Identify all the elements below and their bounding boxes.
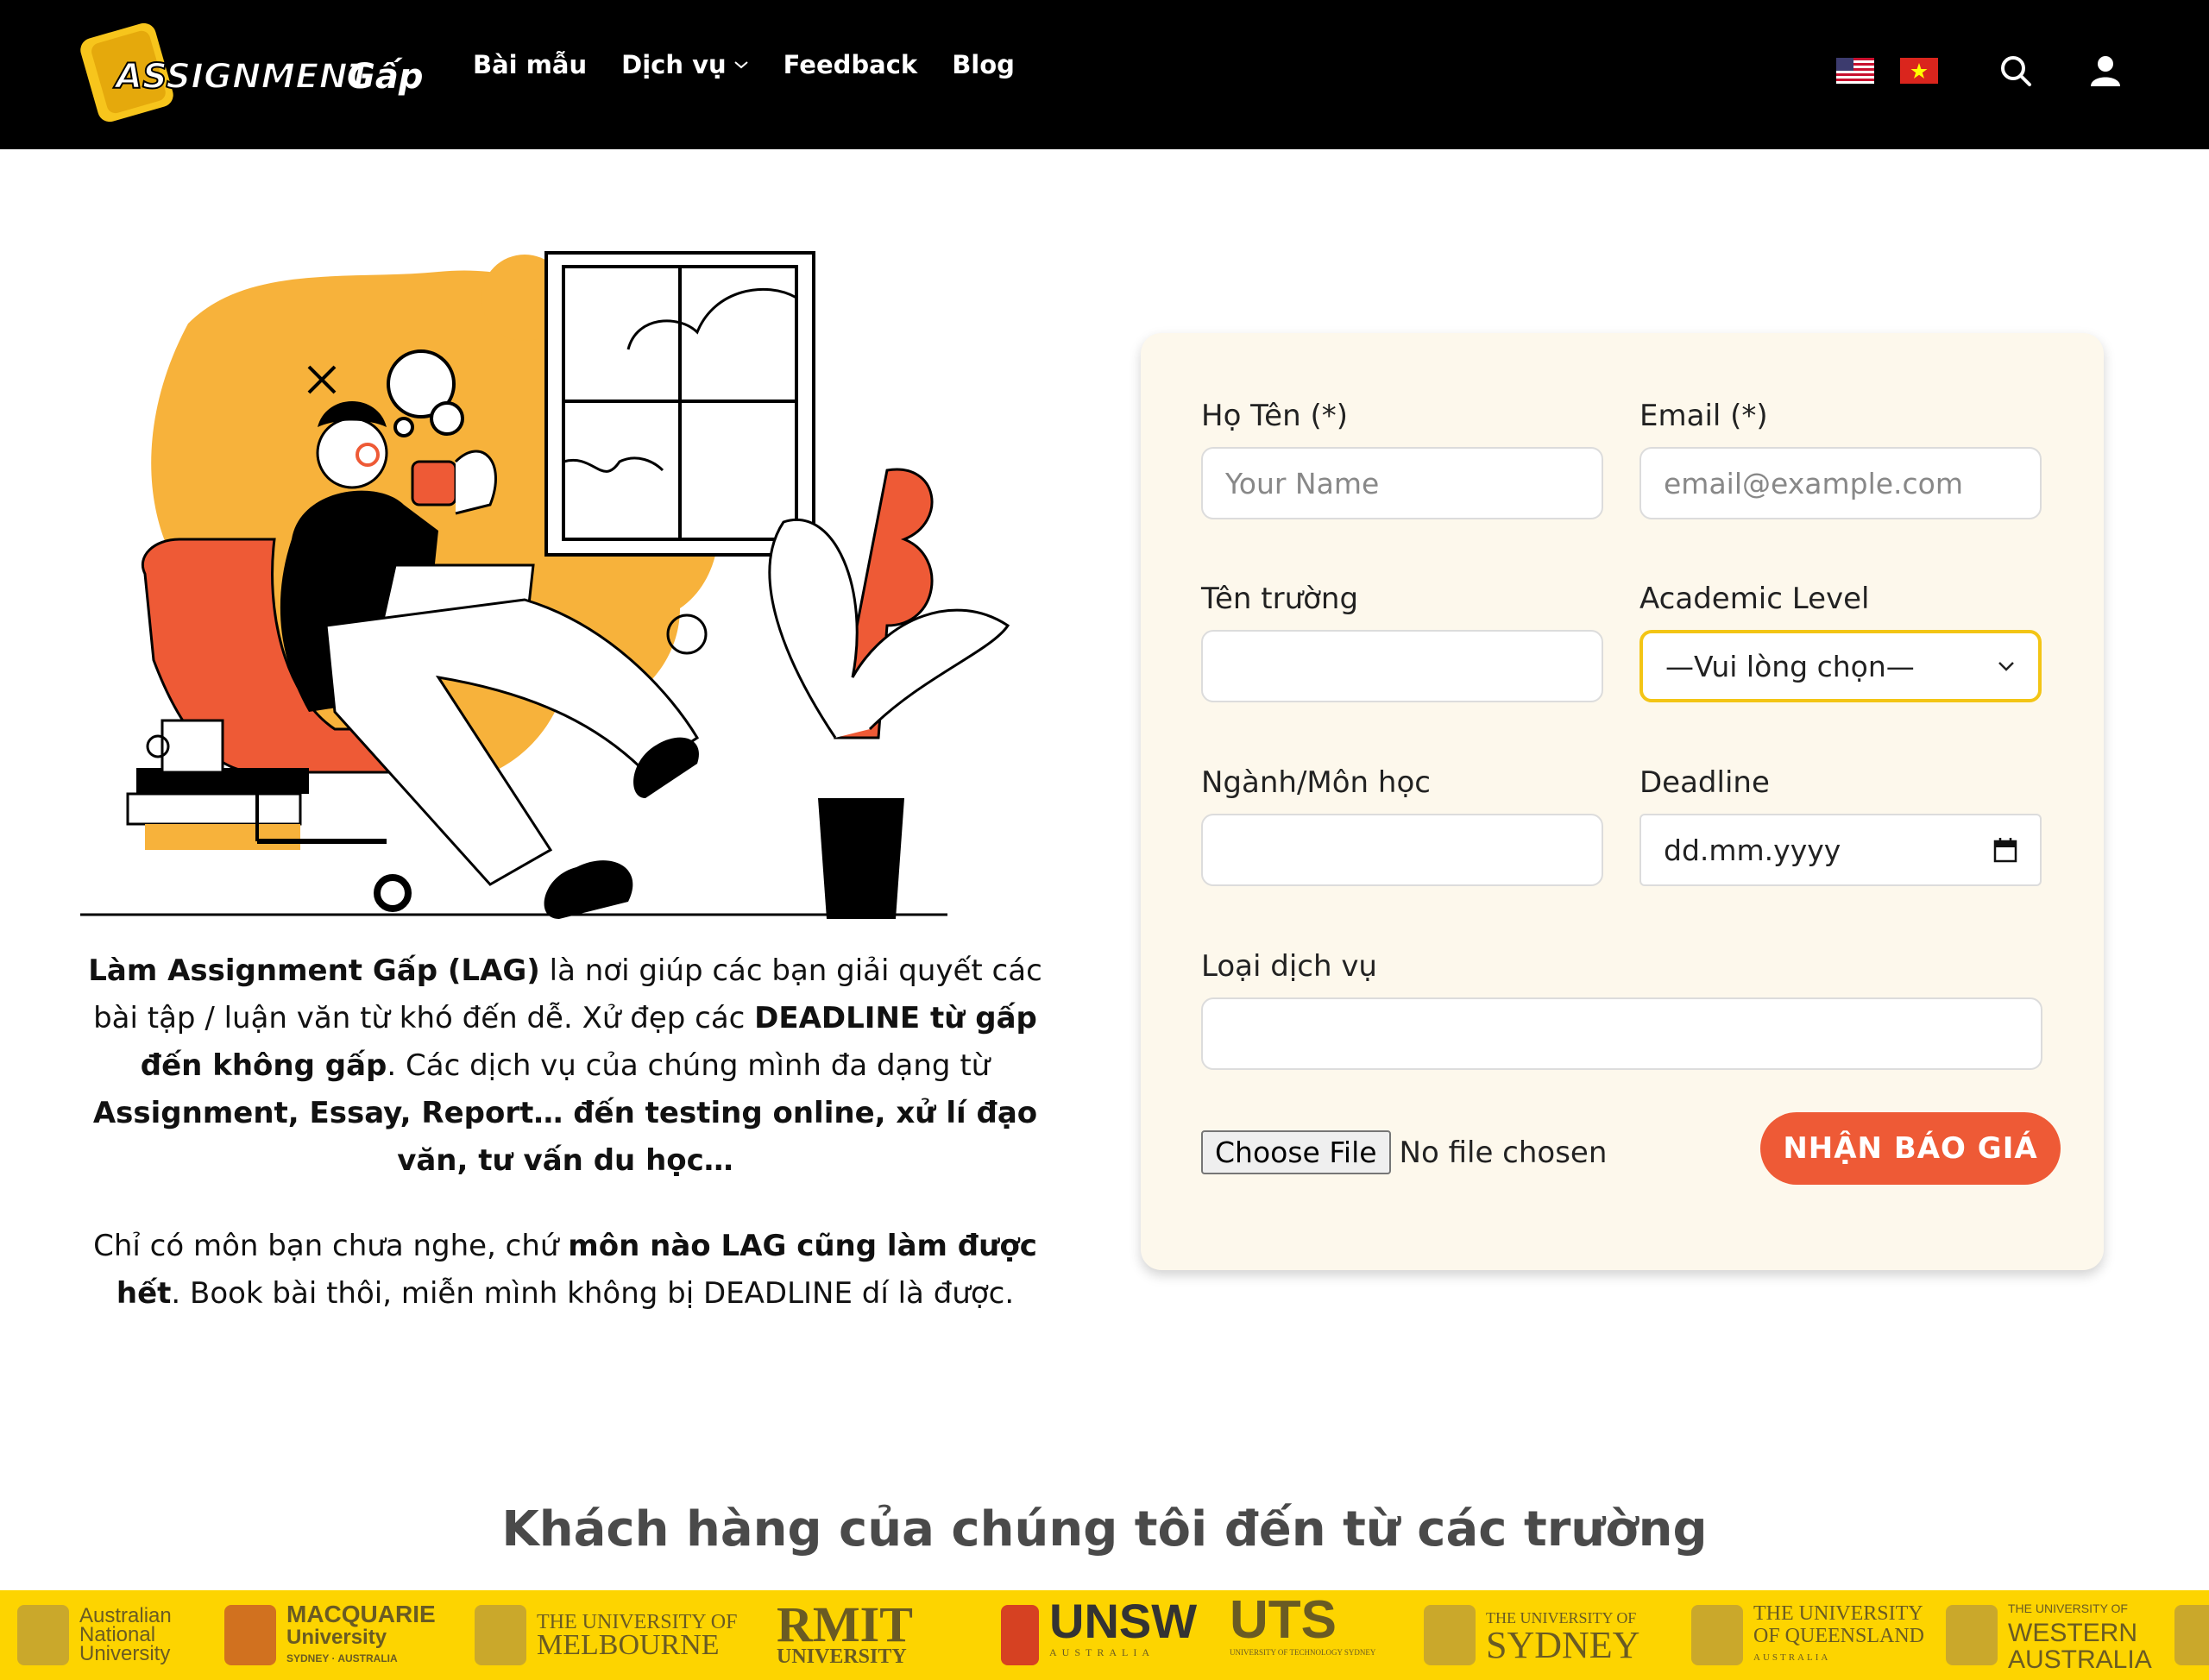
uni-name: THE UNIVERSITY xyxy=(1753,1602,1923,1625)
uni-name: UNIVERSITY OF TECHNOLOGY SYDNEY xyxy=(1230,1648,1376,1657)
svg-text:ASSIGNMENT: ASSIGNMENT xyxy=(113,57,374,97)
university-logo-uwa: THE UNIVERSITY OF WESTERN AUSTRALIA xyxy=(1946,1590,2152,1680)
intro-text-2: . Các dịch vụ của chúng mình đa dạng từ xyxy=(387,1048,991,1083)
university-logo-sydney: THE UNIVERSITY OF SYDNEY xyxy=(1424,1590,1639,1680)
university-logo-uts: UTS UNIVERSITY OF TECHNOLOGY SYDNEY xyxy=(1230,1590,1375,1680)
clients-title: Khách hàng của chúng tôi đến từ các trườ… xyxy=(501,1501,1708,1557)
uwa-crest-icon xyxy=(1946,1605,1998,1665)
unsw-crest-icon xyxy=(1001,1605,1039,1665)
file-status: No file chosen xyxy=(1399,1135,1608,1170)
major-field-group: Ngành/Môn học xyxy=(1201,765,1603,886)
email-label: Email (*) xyxy=(1639,399,1768,433)
intro-text-3: Chỉ có môn bạn chưa nghe, chứ xyxy=(93,1229,569,1263)
user-icon[interactable] xyxy=(2088,53,2123,88)
site-header: ASSIGNMENT Gấp Bài mẫu Dịch vụ Feedback … xyxy=(0,0,2209,149)
uni-name: SYDNEY · AUSTRALIA xyxy=(286,1652,398,1664)
deadline-label: Deadline xyxy=(1639,765,1770,800)
macquarie-crest-icon xyxy=(224,1605,276,1665)
header-actions xyxy=(1836,53,2123,88)
uni-name: RMIT xyxy=(777,1596,913,1652)
vn-flag-icon[interactable] xyxy=(1900,58,1938,84)
chevron-down-icon xyxy=(734,61,748,69)
us-flag-icon[interactable] xyxy=(1836,58,1874,84)
email-input[interactable]: email@example.com xyxy=(1639,447,2042,519)
intro-paragraph-2: Chỉ có môn bạn chưa nghe, chứ môn nào LA… xyxy=(78,1223,1053,1318)
name-input[interactable]: Your Name xyxy=(1201,447,1603,519)
university-logo-melbourne: THE UNIVERSITY OF MELBOURNE xyxy=(475,1590,737,1680)
uni-name: UTS xyxy=(1230,1590,1337,1650)
uni-name: MELBOURNE xyxy=(537,1629,720,1661)
nav-bai-mau[interactable]: Bài mẫu xyxy=(473,50,587,79)
uni-name: UNSW xyxy=(1049,1593,1198,1648)
level-field-group: Academic Level —Vui lòng chọn— xyxy=(1639,582,2042,702)
site-logo[interactable]: ASSIGNMENT Gấp xyxy=(79,14,433,135)
anu-crest-icon xyxy=(17,1605,69,1665)
hero-illustration xyxy=(80,251,1010,919)
intro-bold-3: Assignment, Essay, Report… đến testing o… xyxy=(92,1096,1038,1178)
sydney-crest-icon xyxy=(1424,1605,1476,1665)
queensland-crest-icon xyxy=(1691,1605,1743,1665)
intro-paragraph-1: Làm Assignment Gấp (LAG) là nơi giúp các… xyxy=(78,947,1053,1185)
deadline-placeholder: dd.mm.yyyy xyxy=(1664,833,1841,867)
melbourne-crest-icon xyxy=(475,1605,526,1665)
uni-name: University xyxy=(286,1626,387,1649)
deadline-input[interactable]: dd.mm.yyyy xyxy=(1639,814,2042,886)
name-label: Họ Tên (*) xyxy=(1201,399,1348,433)
service-field-group: Loại dịch vụ xyxy=(1201,949,2042,1070)
intro-text-4: . Book bài thôi, miễn mình không bị DEAD… xyxy=(171,1276,1015,1311)
university-logo-anu: Australian National University xyxy=(17,1590,172,1680)
quote-form: Họ Tên (*) Your Name Email (*) email@exa… xyxy=(1141,333,2104,1270)
university-logo-partial xyxy=(2174,1590,2209,1680)
nav-dich-vu[interactable]: Dịch vụ xyxy=(621,50,749,79)
university-logo-queensland: THE UNIVERSITY OF QUEENSLAND AUSTRALIA xyxy=(1691,1590,1924,1680)
uni-name: SYDNEY xyxy=(1486,1624,1640,1666)
service-input[interactable] xyxy=(1201,997,2042,1070)
chevron-down-icon xyxy=(1998,662,2014,671)
uni-name: UNIVERSITY xyxy=(777,1645,907,1668)
main-nav: Bài mẫu Dịch vụ Feedback Blog xyxy=(473,50,1015,79)
uni-name: AUSTRALIA xyxy=(2008,1645,2152,1674)
school-label: Tên trường xyxy=(1201,582,1359,616)
uni-name: WESTERN xyxy=(2008,1619,2137,1647)
nav-dich-vu-label: Dịch vụ xyxy=(621,50,727,79)
university-logo-unsw: UNSW AUSTRALIA xyxy=(1001,1590,1197,1680)
choose-file-button[interactable]: Choose File xyxy=(1201,1130,1391,1174)
calendar-icon[interactable] xyxy=(1993,837,2017,863)
academic-level-select[interactable]: —Vui lòng chọn— xyxy=(1639,630,2042,702)
nav-feedback[interactable]: Feedback xyxy=(784,50,918,79)
uni-name: OF QUEENSLAND xyxy=(1753,1625,1924,1647)
search-icon[interactable] xyxy=(1998,53,2033,88)
intro-bold-1: Làm Assignment Gấp (LAG) xyxy=(88,953,540,988)
uni-name: MACQUARIE xyxy=(286,1601,436,1627)
major-input[interactable] xyxy=(1201,814,1603,886)
uni-name: AUSTRALIA xyxy=(1753,1652,1831,1663)
intro-text: Làm Assignment Gấp (LAG) là nơi giúp các… xyxy=(78,947,1053,1356)
university-logo-macquarie: MACQUARIE University SYDNEY · AUSTRALIA xyxy=(224,1590,436,1680)
nav-blog[interactable]: Blog xyxy=(952,50,1015,79)
partial-crest-icon xyxy=(2174,1605,2209,1665)
university-logo-strip: Australian National University MACQUARIE Un… xyxy=(0,1590,2209,1680)
name-field-group: Họ Tên (*) Your Name xyxy=(1201,399,1603,519)
deadline-field-group: Deadline dd.mm.yyyy xyxy=(1639,765,2042,886)
service-label: Loại dịch vụ xyxy=(1201,949,1377,984)
academic-level-value: —Vui lòng chọn— xyxy=(1665,649,1915,683)
university-logo-rmit: RMIT UNIVERSITY xyxy=(777,1590,913,1680)
uni-name: University xyxy=(79,1642,171,1665)
school-input[interactable] xyxy=(1201,630,1603,702)
school-field-group: Tên trường xyxy=(1201,582,1603,702)
svg-text:Gấp: Gấp xyxy=(347,57,423,97)
major-label: Ngành/Môn học xyxy=(1201,765,1431,800)
file-upload: Choose File No file chosen xyxy=(1201,1130,1607,1174)
get-quote-button[interactable]: NHẬN BÁO GIÁ xyxy=(1760,1112,2061,1185)
uni-name: THE UNIVERSITY OF xyxy=(2008,1601,2128,1615)
email-field-group: Email (*) email@example.com xyxy=(1639,399,2042,519)
level-label: Academic Level xyxy=(1639,582,1870,616)
